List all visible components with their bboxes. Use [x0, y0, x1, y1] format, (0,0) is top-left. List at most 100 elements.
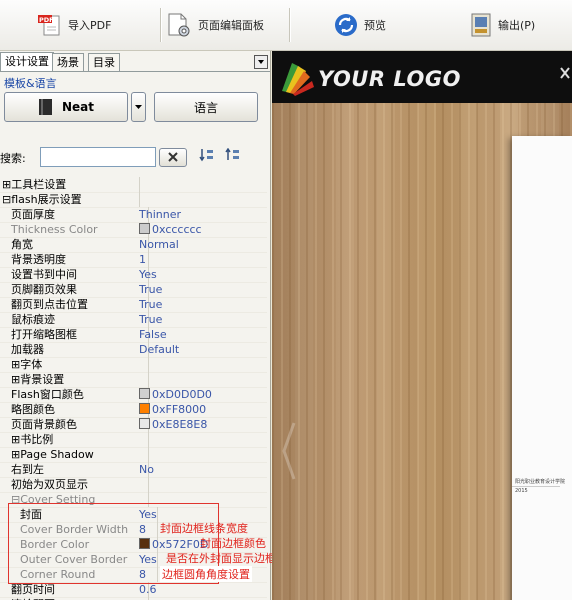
property-value[interactable]: Normal [139, 237, 267, 253]
property-value[interactable]: Default [139, 342, 267, 358]
preview-label: 预览 [364, 19, 386, 32]
property-row[interactable]: 页面背景颜色 0xE8E8E8 [0, 417, 267, 433]
property-value[interactable]: 0.6 [139, 582, 267, 598]
property-row[interactable]: 初始为双页显示 [0, 477, 267, 493]
property-value[interactable]: False [139, 327, 267, 343]
property-value[interactable]: True [139, 312, 267, 328]
property-category[interactable]: ⊞书比例 [0, 432, 267, 448]
color-swatch[interactable] [139, 403, 150, 414]
property-row[interactable]: 翻页时间 0.6 [0, 582, 267, 598]
property-name: 略图颜色 [0, 402, 149, 418]
toolbar-separator [160, 8, 161, 42]
settings-tabs: 设计设置 场景 目录 [0, 52, 270, 72]
page-caption-year: 2015 [515, 488, 528, 494]
property-name: 右到左 [0, 462, 149, 478]
property-row[interactable]: 背景透明度 1 [0, 252, 267, 268]
property-category[interactable]: ⊟flash展示设置 [0, 192, 267, 208]
property-row[interactable]: 打开缩略图框 False [0, 327, 267, 343]
property-category[interactable]: ⊞Page Shadow [0, 447, 267, 463]
theme-button[interactable]: Neat [4, 92, 128, 122]
property-value[interactable]: 0xFF8000 [139, 402, 267, 418]
theme-label: Neat [61, 100, 94, 114]
property-category[interactable]: ⊞背景设置 [0, 372, 267, 388]
property-name: ⊞工具栏设置 [0, 177, 140, 193]
import-pdf-button[interactable]: PDF 导入PDF [38, 8, 111, 42]
property-name: ⊞背景设置 [0, 372, 149, 388]
export-icon [470, 13, 492, 37]
preview-refresh-icon [334, 13, 358, 37]
property-value-text: False [139, 328, 167, 341]
property-value [139, 357, 267, 373]
tab-toc[interactable]: 目录 [88, 53, 120, 71]
page-caption: 阳光职业教育设计学院 [515, 479, 566, 485]
logo-bar: YOUR LOGO [272, 51, 572, 103]
panel-menu-button[interactable] [254, 55, 268, 69]
color-swatch[interactable] [139, 223, 150, 234]
property-row[interactable]: Thickness Color 0xcccccc [0, 222, 267, 238]
property-row[interactable]: 翻页到点击位置 True [0, 297, 267, 313]
property-row[interactable]: 略图颜色 0xFF8000 [0, 402, 267, 418]
close-icon[interactable] [559, 65, 571, 81]
property-row[interactable]: 页面厚度 Thinner [0, 207, 267, 223]
property-value-text: No [139, 463, 154, 476]
property-name: 设置书到中间 [0, 267, 149, 283]
property-value[interactable]: Thinner [139, 207, 267, 223]
property-category[interactable]: ⊞字体 [0, 357, 267, 373]
page-rule [512, 486, 560, 487]
annotation-corner-round: 边框圆角角度设置 [160, 566, 252, 582]
previous-page-arrow-icon[interactable] [282, 421, 296, 484]
chevron-down-icon [258, 60, 264, 64]
language-button[interactable]: 语言 [154, 92, 258, 122]
chevron-down-icon [135, 105, 142, 109]
property-value[interactable]: 1 [139, 252, 267, 268]
color-swatch[interactable] [139, 388, 150, 399]
property-row[interactable]: 右到左 No [0, 462, 267, 478]
page-editor-button[interactable]: 页面编辑面板 [166, 8, 264, 42]
sort-descending-icon[interactable] [225, 147, 241, 165]
property-value-text: Default [139, 343, 180, 356]
property-value-text: Thinner [139, 208, 181, 221]
property-name: 加载器 [0, 342, 149, 358]
preview-button[interactable]: 预览 [334, 8, 386, 42]
property-value[interactable]: No [139, 462, 267, 478]
book-page[interactable]: 阳光职业教育设计学院 2015 [512, 136, 572, 600]
property-value[interactable]: 0xcccccc [139, 222, 267, 238]
property-row[interactable]: 鼠标痕迹 True [0, 312, 267, 328]
property-name: 翻页到点击位置 [0, 297, 149, 313]
property-row[interactable]: 页脚翻页效果 True [0, 282, 267, 298]
main-toolbar: PDF 导入PDF 页面编辑面板 预览 输出(P) [0, 0, 572, 51]
property-name: 页面厚度 [0, 207, 149, 223]
color-pages-logo-icon [276, 57, 316, 100]
property-row[interactable]: 设置书到中间 Yes [0, 267, 267, 283]
property-row[interactable]: 角宽 Normal [0, 237, 267, 253]
search-input[interactable] [40, 147, 156, 167]
property-name: 背景透明度 [0, 252, 149, 268]
property-value[interactable]: Yes [139, 267, 267, 283]
property-name: Flash窗口颜色 [0, 387, 149, 403]
theme-dropdown-button[interactable] [131, 92, 146, 122]
property-row[interactable]: Flash窗口颜色 0xD0D0D0 [0, 387, 267, 403]
property-name: 打开缩略图框 [0, 327, 149, 343]
book-icon [38, 98, 54, 116]
property-name: ⊞书比例 [0, 432, 149, 448]
toolbar-separator [289, 8, 290, 42]
property-category[interactable]: ⊞工具栏设置 [0, 177, 267, 193]
clear-search-button[interactable] [159, 148, 187, 167]
property-value-text: 0xE8E8E8 [152, 418, 208, 431]
export-button[interactable]: 输出(P) [470, 8, 535, 42]
tab-design-settings[interactable]: 设计设置 [0, 52, 54, 71]
property-value[interactable]: 0xE8E8E8 [139, 417, 267, 433]
page-editor-label: 页面编辑面板 [198, 19, 264, 32]
property-name: Thickness Color [0, 222, 149, 238]
tab-scene[interactable]: 场景 [52, 53, 84, 71]
property-value-text: 0xFF8000 [152, 403, 207, 416]
property-value[interactable]: 0xD0D0D0 [139, 387, 267, 403]
sort-ascending-icon[interactable] [199, 148, 215, 165]
color-swatch[interactable] [139, 418, 150, 429]
property-name: 初始为双页显示 [0, 477, 149, 493]
property-value[interactable]: True [139, 282, 267, 298]
property-value-text: 0.6 [139, 583, 157, 596]
property-row[interactable]: 加载器 Default [0, 342, 267, 358]
property-value[interactable] [139, 477, 267, 493]
property-value[interactable]: True [139, 297, 267, 313]
